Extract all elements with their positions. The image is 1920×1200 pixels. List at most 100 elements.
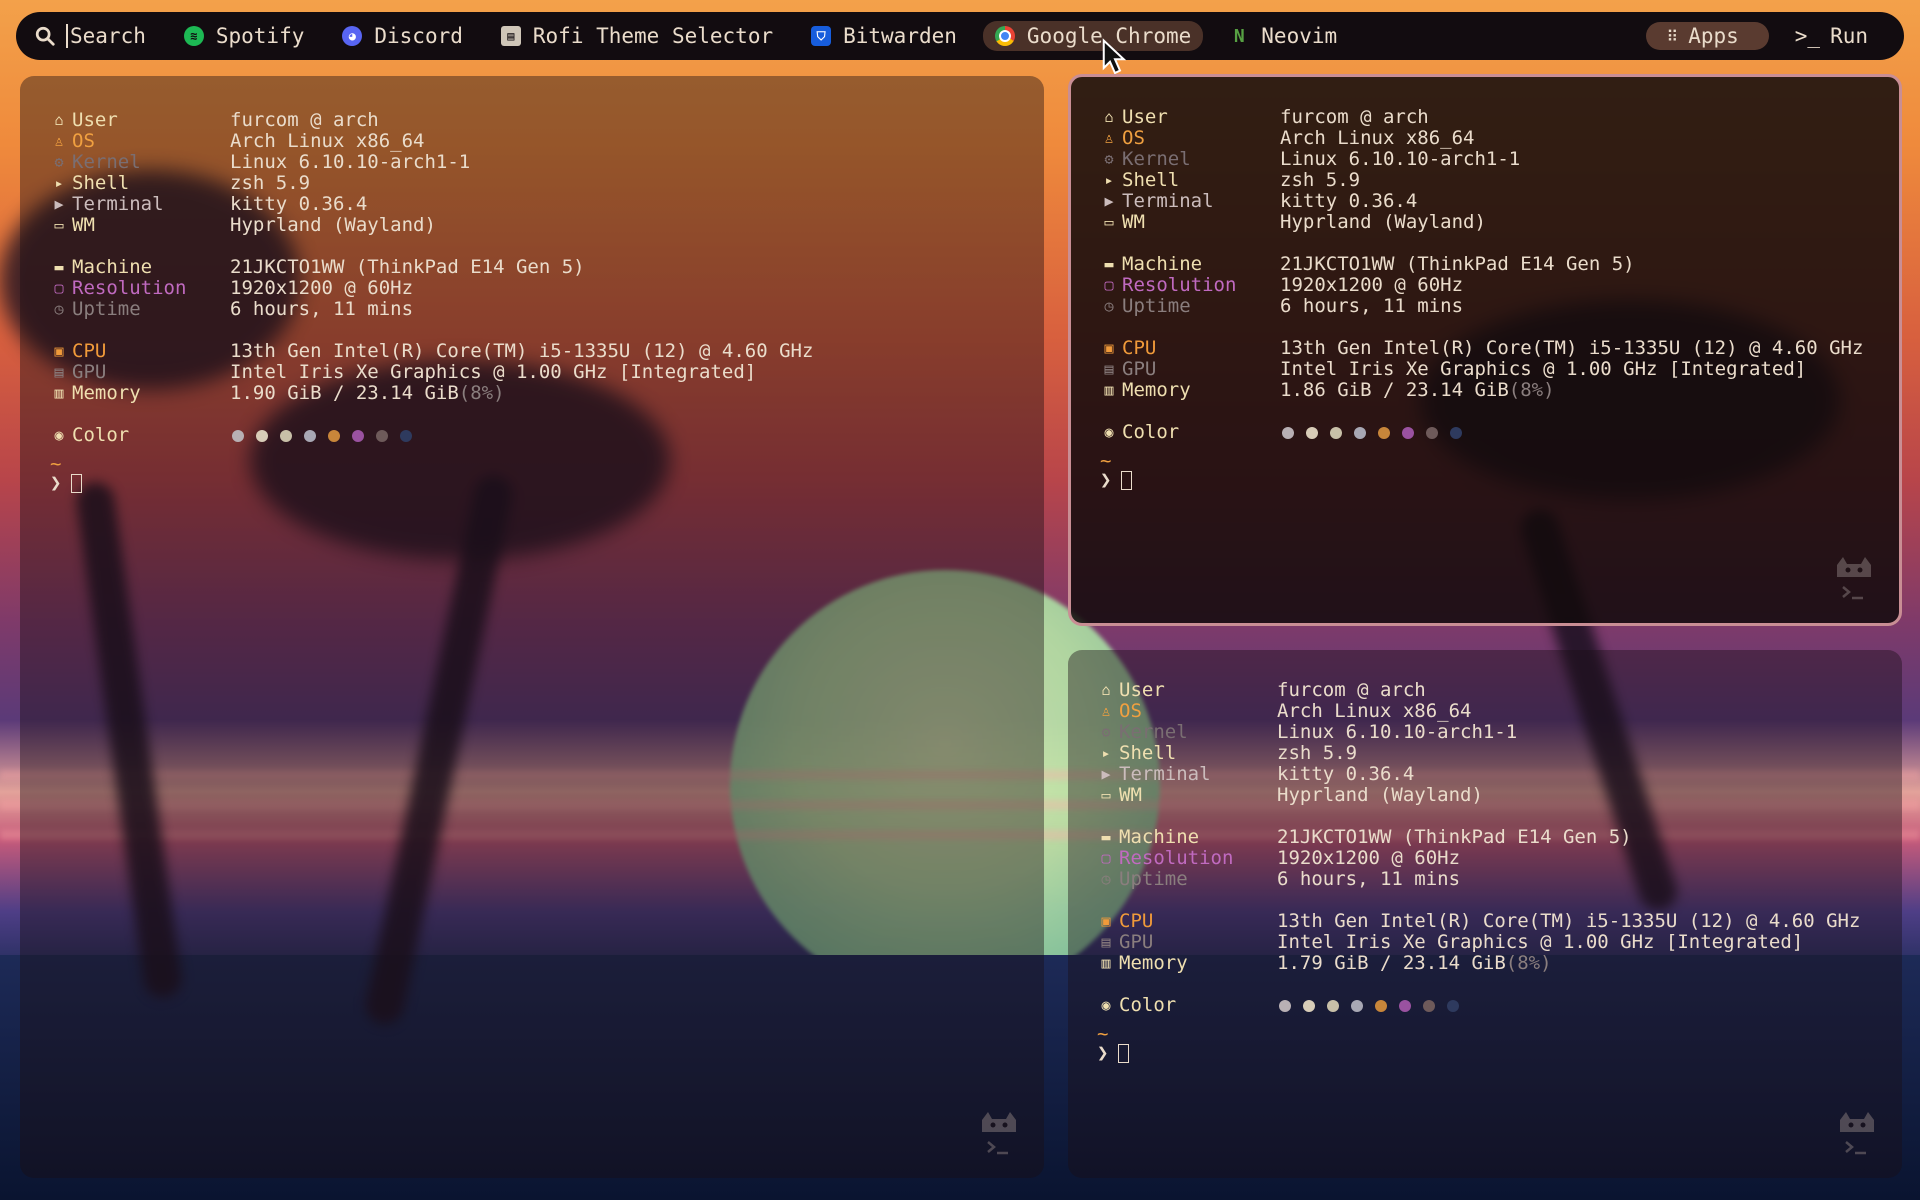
- info-key-memory: ▥ Memory: [1100, 380, 1280, 401]
- launcher-bar: Search ≋ Spotify ◕ Discord ▤ Rofi Theme …: [16, 12, 1904, 60]
- info-key-shell: ▸ Shell: [1097, 743, 1277, 764]
- info-row-gpu: ▤ GPU Intel Iris Xe Graphics @ 1.00 GHz …: [50, 362, 813, 383]
- info-label-color: Color: [72, 424, 130, 446]
- color-swatch: [376, 429, 388, 442]
- info-row-color: ◉ Color: [1097, 995, 1860, 1016]
- info-row-terminal: ▶ Terminal kitty 0.36.4: [1097, 764, 1860, 785]
- home-icon: ⌂: [54, 111, 64, 129]
- search-field[interactable]: Search: [34, 24, 146, 48]
- color-swatch: [1327, 999, 1339, 1012]
- info-key-user: ⌂ User: [1100, 107, 1280, 128]
- info-label-shell: Shell: [72, 172, 130, 194]
- info-label-memory: Memory: [1122, 379, 1191, 401]
- color-swatch: [352, 429, 364, 442]
- info-key-os: ♙ OS: [50, 131, 230, 152]
- info-row-cpu: ▣ CPU 13th Gen Intel(R) Core(TM) i5-1335…: [1100, 338, 1863, 359]
- info-value-resolution: 1920x1200 @ 60Hz: [1280, 274, 1464, 296]
- app-google-chrome[interactable]: Google Chrome: [982, 21, 1204, 51]
- info-label-machine: Machine: [72, 256, 153, 278]
- memory-percent: (8%): [1505, 952, 1552, 974]
- info-label-user: User: [1122, 106, 1168, 128]
- monitor-icon: ▢: [54, 279, 64, 297]
- cpu-icon: ▣: [1101, 912, 1111, 930]
- info-row-kernel: ⚙ Kernel Linux 6.10.10-arch1-1: [1097, 722, 1860, 743]
- info-value-wm: Hyprland (Wayland): [230, 214, 436, 236]
- info-row-terminal: ▶ Terminal kitty 0.36.4: [1100, 191, 1863, 212]
- info-value-resolution: 1920x1200 @ 60Hz: [1277, 847, 1461, 869]
- info-value-terminal: kitty 0.36.4: [1277, 763, 1415, 785]
- shell-prompt[interactable]: ~ ❯: [50, 455, 813, 494]
- shell-prompt[interactable]: ~ ❯: [1100, 452, 1863, 491]
- color-swatch: [1450, 426, 1462, 439]
- info-row-wm: ▭ WM Hyprland (Wayland): [1100, 212, 1863, 233]
- run-button[interactable]: >_ Run: [1787, 22, 1886, 50]
- info-value-cpu: 13th Gen Intel(R) Core(TM) i5-1335U (12)…: [230, 340, 814, 362]
- app-spotify[interactable]: ≋ Spotify: [172, 21, 317, 51]
- app-label: Rofi Theme Selector: [532, 24, 774, 48]
- palette-icon: ◉: [54, 426, 64, 444]
- home-icon: ⌂: [1101, 681, 1111, 699]
- info-value-shell: zsh 5.9: [1280, 169, 1361, 191]
- bitwarden-icon: ⛉: [811, 26, 832, 46]
- prompt-symbol: ❯: [50, 472, 62, 494]
- info-value-os: Arch Linux x86_64: [230, 130, 425, 152]
- terminal-window[interactable]: ⌂ User furcom @ arch ♙ OS Arch Linux x86…: [20, 76, 1044, 1178]
- info-value-os: Arch Linux x86_64: [1277, 700, 1472, 722]
- apps-button[interactable]: ⠿ Apps: [1646, 22, 1769, 50]
- app-label: Spotify: [215, 24, 305, 48]
- color-swatch: [1306, 426, 1318, 439]
- shell-prompt[interactable]: ~ ❯: [1097, 1023, 1860, 1064]
- info-label-shell: Shell: [1122, 169, 1180, 191]
- info-row-memory: ▥ Memory 1.79 GiB / 23.14 GiB (8%): [1097, 953, 1860, 974]
- info-label-wm: WM: [72, 214, 95, 236]
- color-swatch: [1282, 426, 1294, 439]
- info-row-kernel: ⚙ Kernel Linux 6.10.10-arch1-1: [50, 152, 813, 173]
- color-swatch: [1402, 426, 1414, 439]
- info-row-user: ⌂ User furcom @ arch: [1100, 107, 1863, 128]
- mouse-cursor-icon: [1102, 38, 1127, 75]
- color-swatches: [1277, 995, 1459, 1016]
- color-swatch: [1330, 426, 1342, 439]
- terminal-icon: ▶: [1101, 765, 1111, 783]
- info-label-machine: Machine: [1122, 253, 1203, 275]
- app-label: Discord: [374, 24, 463, 48]
- info-label-uptime: Uptime: [1122, 295, 1191, 317]
- clock-icon: ◷: [1101, 870, 1111, 888]
- info-row-kernel: ⚙ Kernel Linux 6.10.10-arch1-1: [1100, 149, 1863, 170]
- info-row-shell: ▸ Shell zsh 5.9: [50, 173, 813, 194]
- info-label-shell: Shell: [1119, 742, 1177, 764]
- info-row-cpu: ▣ CPU 13th Gen Intel(R) Core(TM) i5-1335…: [1097, 911, 1860, 932]
- gear-icon: ⚙: [1104, 150, 1114, 168]
- info-row-user: ⌂ User furcom @ arch: [1097, 680, 1860, 701]
- color-swatch: [400, 429, 412, 442]
- color-swatch: [1426, 426, 1438, 439]
- info-value-kernel: Linux 6.10.10-arch1-1: [1277, 721, 1518, 743]
- info-value-os: Arch Linux x86_64: [1280, 127, 1475, 149]
- info-row-machine: ▬ Machine 21JKCTO1WW (ThinkPad E14 Gen 5…: [50, 257, 813, 278]
- laptop-icon: ▬: [1104, 255, 1114, 273]
- app-rofi-theme-selector[interactable]: ▤ Rofi Theme Selector: [489, 21, 785, 51]
- info-label-wm: WM: [1122, 211, 1145, 233]
- color-swatch: [1354, 426, 1366, 439]
- info-label-memory: Memory: [72, 382, 141, 404]
- info-key-memory: ▥ Memory: [1097, 953, 1277, 974]
- app-bitwarden[interactable]: ⛉ Bitwarden: [799, 21, 969, 51]
- info-label-kernel: Kernel: [1119, 721, 1188, 743]
- info-label-terminal: Terminal: [1122, 190, 1214, 212]
- prompt-cwd: ~: [1097, 1023, 1109, 1045]
- info-label-cpu: CPU: [1122, 337, 1157, 359]
- info-key-cpu: ▣ CPU: [1100, 338, 1280, 359]
- info-key-machine: ▬ Machine: [1100, 254, 1280, 275]
- clock-icon: ◷: [54, 300, 64, 318]
- info-value-resolution: 1920x1200 @ 60Hz: [230, 277, 414, 299]
- terminal-window-focused[interactable]: ⌂ User furcom @ arch ♙ OS Arch Linux x86…: [1068, 74, 1902, 626]
- app-discord[interactable]: ◕ Discord: [330, 21, 475, 51]
- info-key-os: ♙ OS: [1097, 701, 1277, 722]
- info-key-os: ♙ OS: [1100, 128, 1280, 149]
- color-swatch: [1375, 999, 1387, 1012]
- search-input[interactable]: Search: [66, 24, 146, 48]
- info-value-kernel: Linux 6.10.10-arch1-1: [1280, 148, 1521, 170]
- terminal-window[interactable]: ⌂ User furcom @ arch ♙ OS Arch Linux x86…: [1068, 650, 1902, 1178]
- app-neovim[interactable]: N Neovim: [1217, 21, 1349, 51]
